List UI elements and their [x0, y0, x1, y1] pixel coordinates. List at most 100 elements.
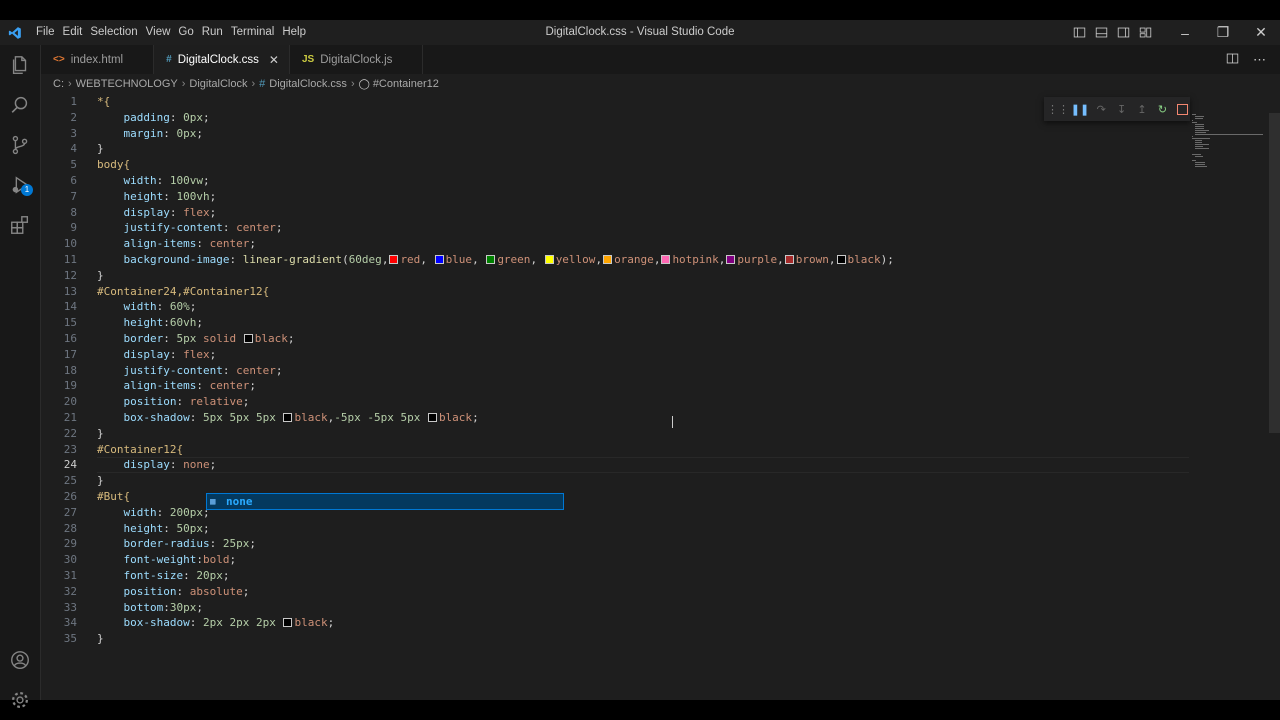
chevron-right-icon: › — [181, 78, 186, 90]
toggle-primary-sidebar-icon[interactable] — [1068, 20, 1090, 45]
color-swatch-blue[interactable] — [434, 254, 444, 264]
code-line: width: 100vw; — [123, 173, 210, 187]
run-and-debug-icon[interactable]: 1 — [0, 165, 40, 205]
code-line: } — [97, 142, 104, 156]
color-swatch-black[interactable] — [427, 412, 437, 422]
breadcrumb-symbol[interactable]: #Container12 — [373, 78, 439, 90]
color-swatch-black[interactable] — [283, 412, 293, 422]
color-swatch-yellow[interactable] — [544, 254, 554, 264]
code-line: box-shadow: 2px 2px 2px black; — [123, 616, 335, 630]
chevron-right-icon: › — [251, 78, 256, 90]
color-swatch-black[interactable] — [283, 618, 293, 628]
menu-run[interactable]: Run — [202, 20, 231, 45]
line-number: 2 — [70, 110, 77, 124]
more-actions-icon[interactable]: ⋯ — [1253, 52, 1266, 68]
code-line: } — [97, 268, 104, 282]
toggle-secondary-sidebar-icon[interactable] — [1112, 20, 1134, 45]
line-number: 19 — [63, 379, 77, 393]
menu-edit[interactable]: Edit — [63, 20, 91, 45]
line-number: 13 — [63, 284, 77, 298]
code-line: position: absolute; — [123, 584, 250, 598]
line-number: 31 — [63, 568, 77, 582]
code-line: bottom:30px; — [123, 600, 204, 614]
code-line: position: relative; — [123, 395, 250, 409]
code-line: #Container24,#Container12{ — [97, 284, 270, 298]
tab-digitalclock-js[interactable]: JS DigitalClock.js ✕ — [290, 45, 424, 74]
code-line: font-size: 20px; — [123, 568, 230, 582]
minimize-icon[interactable]: – — [1166, 20, 1204, 45]
line-number: 9 — [70, 221, 77, 235]
line-number: 5 — [70, 158, 77, 172]
vertical-scrollbar[interactable] — [1269, 113, 1280, 433]
split-editor-icon[interactable] — [1226, 52, 1239, 68]
code-editor[interactable]: 1 2 3 4 5 6 7 8 9 10 11 12 13 14 15 16 17 18 19 20 21 22 23 24 2… — [41, 94, 1269, 700]
tab-index-html[interactable]: <> index.html ✕ — [41, 45, 155, 74]
html-file-icon: <> — [53, 54, 65, 65]
line-number: 21 — [63, 410, 77, 424]
code-line: body{ — [97, 158, 131, 172]
color-swatch-green[interactable] — [486, 254, 496, 264]
code-content[interactable]: *{ padding: 0px; margin: 0px; } body{ wi… — [97, 94, 894, 647]
code-line: border: 5px solid black; — [123, 331, 295, 345]
close-window-icon[interactable]: ✕ — [1242, 20, 1280, 45]
code-line: box-shadow: 5px 5px 5px black,-5px -5px … — [123, 410, 479, 424]
breadcrumb-folder-digitalclock[interactable]: DigitalClock — [189, 78, 247, 90]
extensions-icon[interactable] — [0, 205, 40, 245]
breadcrumb-file[interactable]: DigitalClock.css — [269, 78, 347, 90]
color-swatch-purple[interactable] — [726, 254, 736, 264]
line-number: 26 — [63, 489, 77, 503]
color-swatch-black[interactable] — [836, 254, 846, 264]
minimap[interactable] — [1192, 113, 1268, 173]
menu-selection[interactable]: Selection — [90, 20, 145, 45]
color-swatch-brown[interactable] — [784, 254, 794, 264]
menu-bar: File Edit Selection View Go Run Terminal… — [36, 20, 314, 45]
line-number: 35 — [63, 632, 77, 646]
menu-view[interactable]: View — [146, 20, 179, 45]
color-swatch-orange[interactable] — [603, 254, 613, 264]
code-line: justify-content: center; — [123, 363, 283, 377]
line-number: 22 — [63, 426, 77, 440]
code-line: border-radius: 25px; — [123, 537, 256, 551]
line-number: 24 — [63, 458, 77, 472]
title-bar-controls: – ❐ ✕ — [1068, 20, 1280, 45]
line-number: 27 — [63, 505, 77, 519]
code-line: margin: 0px; — [123, 126, 204, 140]
menu-help[interactable]: Help — [282, 20, 314, 45]
color-swatch-red[interactable] — [389, 254, 399, 264]
value-symbol-icon: ▦ — [210, 496, 216, 507]
selector-symbol-icon: ◯ — [358, 78, 370, 90]
restore-icon[interactable]: ❐ — [1204, 20, 1242, 45]
menu-go[interactable]: Go — [178, 20, 201, 45]
color-swatch-black[interactable] — [243, 333, 253, 343]
line-number: 30 — [63, 553, 77, 567]
tab-label: DigitalClock.js — [320, 53, 393, 66]
menu-terminal[interactable]: Terminal — [231, 20, 282, 45]
code-line: height:60vh; — [123, 316, 204, 330]
line-number: 17 — [63, 347, 77, 361]
code-line: #Container12{ — [97, 442, 184, 456]
breadcrumb-drive[interactable]: C: — [53, 78, 64, 90]
line-number: 3 — [70, 126, 77, 140]
close-tab-icon[interactable]: ✕ — [269, 53, 279, 67]
js-file-icon: JS — [301, 54, 315, 65]
tab-digitalclock-css[interactable]: # DigitalClock.css ✕ — [154, 45, 290, 74]
vscode-logo-icon — [8, 27, 21, 39]
editor-tabs: <> index.html ✕ # DigitalClock.css ✕ JS … — [41, 45, 1280, 74]
color-swatch-hotpink[interactable] — [661, 254, 671, 264]
code-line: align-items: center; — [123, 379, 256, 393]
line-number: 28 — [63, 521, 77, 535]
customize-layout-icon[interactable] — [1134, 20, 1156, 45]
tab-actions: ⋯ — [1226, 45, 1266, 74]
line-number: 11 — [63, 252, 77, 266]
source-control-icon[interactable] — [0, 125, 40, 165]
accounts-icon[interactable] — [0, 640, 40, 680]
line-number: 7 — [70, 189, 77, 203]
menu-file[interactable]: File — [36, 20, 63, 45]
breadcrumb-folder-webtechnology[interactable]: WEBTECHNOLOGY — [76, 78, 178, 90]
code-line: display: flex; — [123, 347, 217, 361]
explorer-icon[interactable] — [0, 45, 40, 85]
toggle-panel-icon[interactable] — [1090, 20, 1112, 45]
manage-gear-icon[interactable] — [0, 680, 40, 720]
autocomplete-suggestion[interactable]: ▦ none — [206, 493, 564, 510]
search-icon[interactable] — [0, 85, 40, 125]
